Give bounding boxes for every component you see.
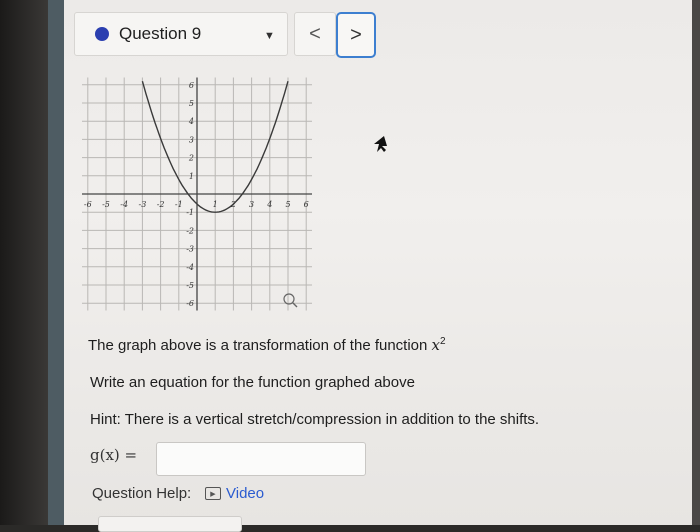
x-tick-label: 4 (266, 200, 272, 209)
y-tick-label: -1 (186, 208, 194, 217)
mouse-cursor-icon (374, 136, 387, 152)
y-tick-label: -2 (186, 226, 194, 235)
left-panel-strip (48, 0, 64, 525)
y-tick-label: 5 (189, 99, 194, 108)
next-question-button[interactable]: > (336, 12, 376, 58)
question-help-label: Question Help: (92, 485, 192, 502)
y-tick-label: 2 (188, 154, 194, 163)
x-tick-label: 1 (213, 200, 218, 209)
x-tick-label: 6 (304, 200, 309, 209)
submit-button[interactable] (98, 516, 242, 532)
play-video-icon: ▶ (205, 487, 221, 500)
question-selector[interactable]: Question 9 (74, 12, 288, 56)
prompt-line-1: The graph above is a transformation of t… (88, 336, 446, 354)
x-tick-label: 5 (285, 200, 290, 209)
y-tick-label: 1 (189, 172, 194, 181)
y-tick-label: 3 (189, 135, 194, 144)
question-label: Question 9 (119, 24, 202, 43)
x-tick-label: -4 (120, 200, 128, 209)
y-tick-label: 6 (189, 81, 194, 90)
caret-down-icon[interactable]: ▼ (264, 30, 275, 42)
question-status-dot (95, 27, 109, 41)
function-x: x (431, 336, 441, 354)
y-tick-label: 4 (188, 117, 194, 126)
chevron-right-icon: > (350, 23, 362, 46)
x-tick-label: -1 (175, 200, 183, 209)
x-tick-label: -6 (84, 200, 92, 209)
monitor-edge (692, 0, 700, 525)
y-tick-label: -6 (186, 299, 194, 308)
previous-question-button[interactable]: < (294, 12, 336, 56)
screen: Question 9 ▼ < > -6 -5 -4 -3 -2 -1 1 2 3 4 5 6 6 5 4 3… (48, 0, 692, 532)
function-graph: -6 -5 -4 -3 -2 -1 1 2 3 4 5 6 654321-1-2-3-4-5-6 (82, 77, 312, 311)
video-link-label: Video (226, 485, 265, 502)
y-tick-label: -3 (186, 245, 194, 254)
x-tick-label: 3 (249, 200, 254, 209)
x-tick-label: -2 (157, 200, 165, 209)
function-exponent: 2 (440, 336, 446, 347)
answer-label: g(x) = (90, 446, 138, 464)
chevron-left-icon: < (309, 22, 321, 45)
x-tick-labels: -6 -5 -4 -3 -2 -1 1 2 3 4 5 6 (84, 200, 309, 209)
prompt-line-2: Write an equation for the function graph… (90, 374, 415, 391)
monitor-bezel (0, 0, 48, 525)
y-tick-label: -4 (186, 263, 194, 272)
prompt-line-1-text: The graph above is a transformation of t… (88, 337, 432, 354)
y-tick-label: -5 (186, 281, 194, 290)
magnifier-icon[interactable] (283, 293, 298, 308)
answer-input[interactable] (156, 442, 366, 476)
x-tick-label: -3 (139, 200, 147, 209)
video-help-link[interactable]: ▶ Video (205, 485, 264, 502)
x-tick-label: -5 (102, 200, 110, 209)
graph-axes (82, 77, 312, 311)
hint-text: Hint: There is a vertical stretch/compre… (90, 411, 540, 428)
